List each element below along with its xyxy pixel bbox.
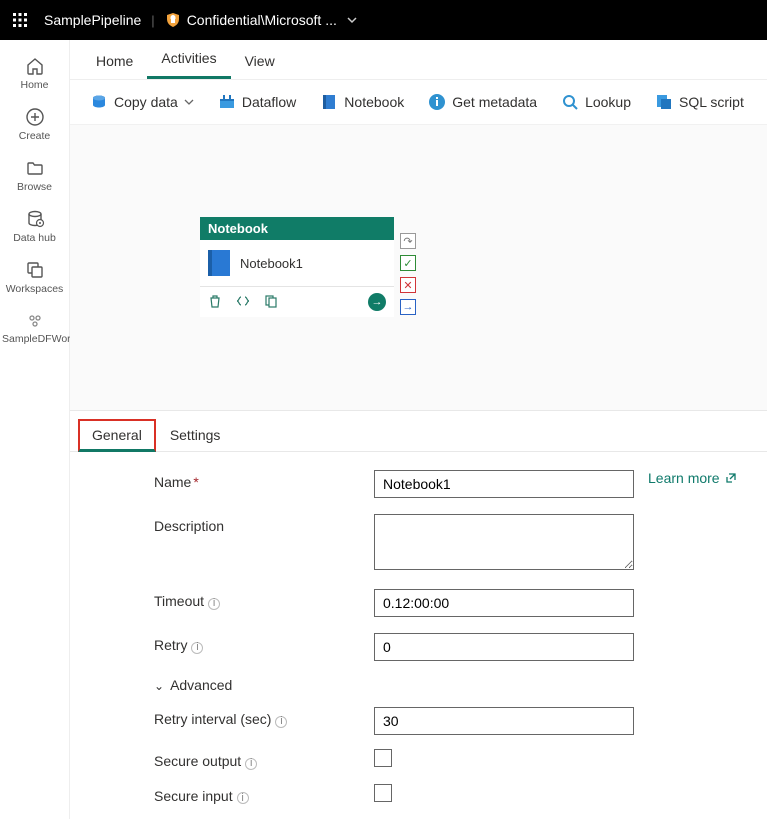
name-input[interactable] <box>374 470 634 498</box>
description-input[interactable] <box>374 514 634 570</box>
connector-failure[interactable]: ✕ <box>400 277 416 293</box>
sidebar-item-workspace-current[interactable]: SampleDFWorkspace <box>0 303 69 354</box>
sidebar-item-datahub[interactable]: Data hub <box>0 201 69 252</box>
required-indicator: * <box>193 474 198 490</box>
notebook-icon <box>208 250 230 276</box>
main-tabs: Home Activities View <box>70 40 767 80</box>
connector-completion[interactable]: ↷ <box>400 233 416 249</box>
top-bar: SamplePipeline | Confidential\Microsoft … <box>0 0 767 40</box>
timeout-input[interactable] <box>374 589 634 617</box>
tool-sql-script[interactable]: SQL script <box>645 88 754 116</box>
connector-success[interactable]: ✓ <box>400 255 416 271</box>
retry-interval-label: Retry interval (sec) <box>154 711 271 727</box>
activity-node-notebook[interactable]: Notebook Notebook1 → <box>200 217 394 317</box>
shield-icon <box>165 12 181 28</box>
info-icon[interactable]: i <box>275 716 287 728</box>
tool-label: Dataflow <box>242 94 296 110</box>
tool-label: Copy data <box>114 94 178 110</box>
sidebar-label: Home <box>20 79 48 91</box>
tool-label: Notebook <box>344 94 404 110</box>
tool-label: Lookup <box>585 94 631 110</box>
timeout-label: Timeout <box>154 593 204 609</box>
retry-label: Retry <box>154 637 187 653</box>
tool-dataflow[interactable]: Dataflow <box>208 88 306 116</box>
sidebar-item-home[interactable]: Home <box>0 48 69 99</box>
name-label: Name <box>154 474 191 490</box>
tool-lookup[interactable]: Lookup <box>551 88 641 116</box>
sidebar-label: Workspaces <box>6 283 64 295</box>
activities-toolbar: Copy data Dataflow Notebook Get metadata… <box>70 80 767 125</box>
secure-input-checkbox[interactable] <box>374 784 392 802</box>
description-label: Description <box>154 518 224 534</box>
tool-label: SQL script <box>679 94 744 110</box>
tab-view[interactable]: View <box>231 43 289 79</box>
retry-input[interactable] <box>374 633 634 661</box>
tool-copy-data[interactable]: Copy data <box>80 88 204 116</box>
node-name: Notebook1 <box>240 256 303 271</box>
secure-input-label: Secure input <box>154 788 233 804</box>
pipeline-title: SamplePipeline <box>44 12 141 28</box>
connector-skip[interactable]: → <box>400 299 416 315</box>
tab-home[interactable]: Home <box>82 43 147 79</box>
info-icon[interactable]: i <box>245 758 257 770</box>
sensitivity-label[interactable]: Confidential\Microsoft ... <box>187 12 337 28</box>
run-icon[interactable]: → <box>368 293 386 311</box>
separator: | <box>151 13 154 28</box>
panel-tab-settings[interactable]: Settings <box>156 419 235 451</box>
delete-icon[interactable] <box>208 294 222 311</box>
info-icon[interactable]: i <box>208 598 220 610</box>
panel-tabs: General Settings <box>70 411 767 452</box>
retry-interval-input[interactable] <box>374 707 634 735</box>
tool-label: Get metadata <box>452 94 537 110</box>
tool-get-metadata[interactable]: Get metadata <box>418 88 547 116</box>
sidebar-item-create[interactable]: Create <box>0 99 69 150</box>
tool-notebook[interactable]: Notebook <box>310 88 414 116</box>
sidebar-label: Browse <box>17 181 52 193</box>
sidebar-item-workspaces[interactable]: Workspaces <box>0 252 69 303</box>
chevron-down-icon <box>184 97 194 107</box>
tab-activities[interactable]: Activities <box>147 40 230 79</box>
sidebar-label: Create <box>19 130 51 142</box>
secure-output-checkbox[interactable] <box>374 749 392 767</box>
left-sidebar: Home Create Browse Data hub Workspaces S… <box>0 40 70 819</box>
panel-tab-general[interactable]: General <box>78 419 156 452</box>
node-header: Notebook <box>200 217 394 240</box>
info-icon[interactable]: i <box>191 642 203 654</box>
secure-output-label: Secure output <box>154 753 241 769</box>
code-icon[interactable] <box>236 294 250 311</box>
sidebar-item-browse[interactable]: Browse <box>0 150 69 201</box>
learn-more-link[interactable]: Learn more <box>648 470 737 486</box>
info-icon[interactable]: i <box>237 792 249 804</box>
copy-icon[interactable] <box>264 294 278 311</box>
app-launcher-icon[interactable] <box>8 8 32 32</box>
sidebar-label: Data hub <box>13 232 56 244</box>
external-link-icon <box>725 472 737 484</box>
learn-more-label: Learn more <box>648 470 720 486</box>
chevron-down-icon[interactable] <box>347 13 357 28</box>
pipeline-canvas[interactable]: Notebook Notebook1 → ↷ ✓ ✕ → <box>70 125 767 410</box>
node-connectors: ↷ ✓ ✕ → <box>400 233 416 315</box>
advanced-toggle[interactable]: Advanced <box>74 677 767 693</box>
properties-panel: General Settings Name* Learn more Descri… <box>70 410 767 836</box>
